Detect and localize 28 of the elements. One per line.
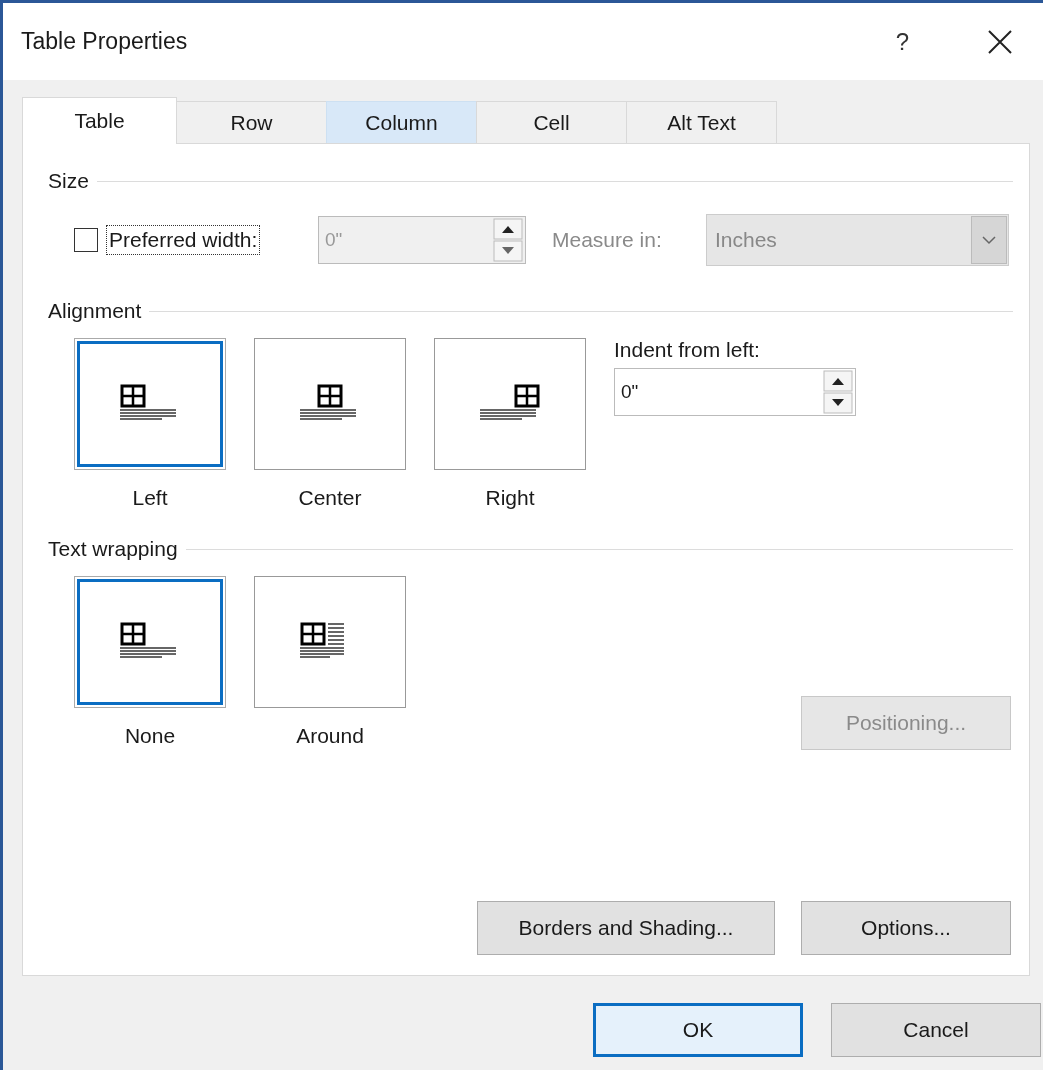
tab[interactable]: Table	[22, 97, 177, 144]
dialog-button[interactable]: Cancel	[831, 1003, 1041, 1057]
panel-button[interactable]: Options...	[801, 901, 1011, 955]
alignment-option[interactable]	[254, 338, 406, 470]
tab[interactable]: Column	[326, 101, 477, 143]
option-label: Center	[298, 486, 362, 511]
option-label: Around	[296, 724, 364, 749]
help-button[interactable]: ?	[895, 27, 909, 56]
option-label: None	[124, 724, 176, 749]
option-label: Right	[485, 486, 535, 511]
tab[interactable]: Alt Text	[626, 101, 777, 143]
alignment-option[interactable]	[434, 338, 586, 470]
option-label: Left	[132, 486, 168, 511]
wrapping-option[interactable]	[254, 576, 406, 708]
alignment-option[interactable]	[77, 341, 223, 467]
panel-button[interactable]: Borders and Shading...	[477, 901, 775, 955]
window-title: Table Properties	[21, 28, 189, 55]
dialog-button[interactable]: OK	[593, 1003, 803, 1057]
measure-label: Measure in:	[552, 228, 663, 252]
section-heading: Text wrapping	[48, 537, 178, 561]
indent-field[interactable]: 0"	[614, 368, 856, 416]
section-heading: Size	[48, 169, 89, 193]
tab[interactable]: Cell	[476, 101, 627, 143]
wrapping-option[interactable]	[77, 579, 223, 705]
section-heading: Alignment	[48, 299, 142, 323]
indent-label: Indent from left:	[614, 338, 761, 362]
close-icon[interactable]	[987, 28, 1013, 55]
spinner-arrows-icon[interactable]	[823, 370, 853, 414]
